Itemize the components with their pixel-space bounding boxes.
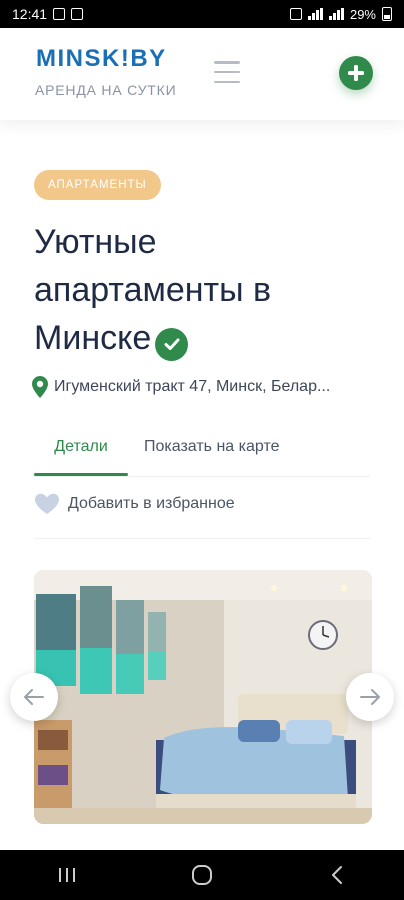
tab-details[interactable]: Детали: [34, 430, 128, 476]
menu-button[interactable]: [214, 61, 240, 83]
back-button[interactable]: [317, 860, 357, 890]
listing-address: Игуменский тракт 47, Минск, Белар...: [32, 376, 372, 398]
site-header: MINSK!BY АРЕНДА НА СУТКИ: [0, 28, 404, 120]
listing-title: Уютные апартаменты в Минске: [34, 218, 364, 362]
category-badge[interactable]: АПАРТАМЕНТЫ: [34, 170, 161, 200]
listing-tabs: Детали Показать на карте: [34, 430, 370, 478]
add-listing-button[interactable]: [339, 56, 373, 90]
signal-2-icon: [328, 8, 344, 20]
gallery-photo: [34, 570, 372, 824]
gallery-next-button[interactable]: [346, 673, 394, 721]
recent-apps-icon: [59, 868, 76, 882]
battery-icon: [382, 7, 392, 21]
verified-icon: [155, 327, 189, 361]
favorite-label: Добавить в избранное: [68, 495, 235, 512]
status-bar: 12:41 29%: [0, 0, 404, 28]
add-to-favorites-button[interactable]: Добавить в избранное: [34, 493, 235, 515]
system-navigation-bar: [0, 850, 404, 900]
site-tagline: АРЕНДА НА СУТКИ: [35, 82, 177, 98]
address-text: Игуменский тракт 47, Минск, Белар...: [54, 378, 331, 395]
tabs-divider: [34, 476, 370, 477]
listing-title-text: Уютные апартаменты в Минске: [34, 223, 272, 357]
hamburger-icon: [214, 61, 240, 64]
arrow-right-icon: [360, 689, 380, 705]
arrow-left-icon: [24, 689, 44, 705]
status-time: 12:41: [12, 6, 48, 22]
heart-icon: [35, 493, 59, 514]
site-logo[interactable]: MINSK!BY: [36, 45, 167, 73]
alarm-icon: [289, 8, 302, 20]
tab-show-on-map[interactable]: Показать на карте: [144, 430, 279, 476]
home-button[interactable]: [182, 860, 222, 890]
favorites-divider: [34, 538, 370, 539]
image-notification-icon: [53, 8, 66, 20]
plus-icon: [348, 65, 364, 81]
status-left: 12:41: [12, 6, 84, 22]
photo-gallery[interactable]: [34, 570, 372, 824]
hamburger-icon-line: [214, 70, 240, 74]
gallery-prev-button[interactable]: [10, 673, 58, 721]
status-right: 29%: [289, 6, 392, 22]
mail-notification-icon: [71, 8, 84, 20]
map-pin-icon: [32, 376, 48, 398]
recent-apps-button[interactable]: [47, 860, 87, 890]
home-icon: [191, 865, 212, 885]
battery-percent: 29%: [349, 6, 376, 22]
signal-icon: [307, 8, 323, 20]
back-icon: [331, 866, 342, 884]
hamburger-icon-line: [214, 80, 240, 83]
